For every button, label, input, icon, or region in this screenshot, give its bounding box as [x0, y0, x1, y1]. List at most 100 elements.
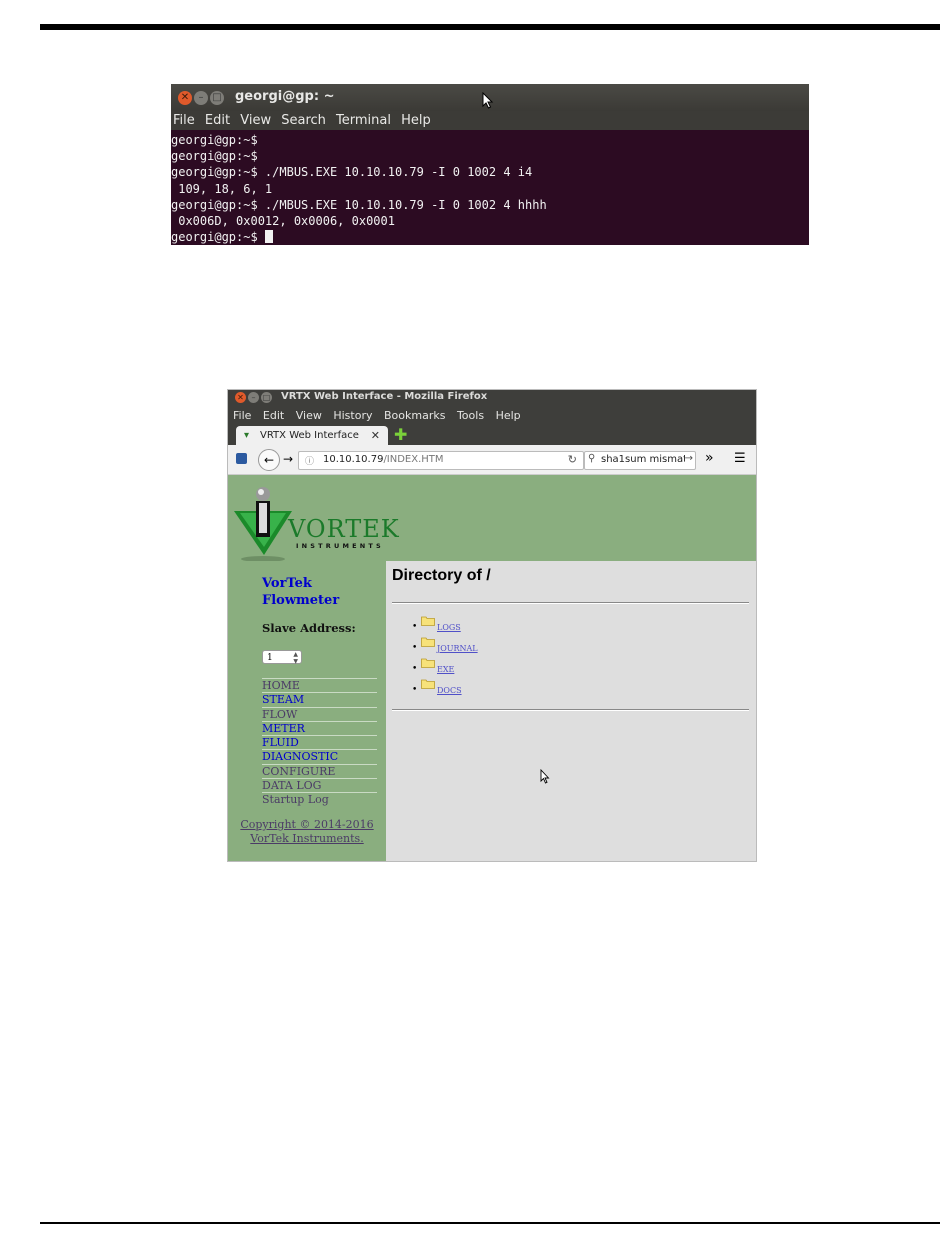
site-title-line-2: Flowmeter: [262, 593, 340, 608]
mouse-cursor-icon: [540, 769, 550, 784]
vortek-logo[interactable]: VORTEK INSTRUMENTS: [228, 475, 756, 562]
back-arrow-icon: ←: [263, 453, 275, 467]
slave-address-label: Slave Address:: [262, 621, 356, 635]
nav-startup-log[interactable]: Startup Log: [262, 792, 377, 806]
text-cursor: [264, 230, 273, 244]
folder-icon: [421, 679, 435, 689]
menu-file[interactable]: File: [233, 409, 251, 422]
dir-link-logs[interactable]: LOGS: [437, 623, 461, 632]
site-title-line-1: VorTek: [262, 576, 312, 591]
sidebar-toggle-icon[interactable]: [236, 453, 247, 464]
menu-search[interactable]: Search: [281, 113, 326, 128]
minimize-icon[interactable]: –: [194, 91, 208, 105]
site-sidebar: VorTek Flowmeter Slave Address: 1 ▲ ▼ HOM…: [228, 561, 386, 861]
browser-title: VRTX Web Interface - Mozilla Firefox: [281, 391, 488, 402]
close-icon[interactable]: ✕: [235, 392, 246, 403]
dir-link-exe[interactable]: EXE: [437, 665, 454, 674]
terminal-line: georgi@gp:~$ ./MBUS.EXE 10.10.10.79 -I 0…: [171, 197, 547, 212]
divider: [392, 602, 749, 604]
terminal-prompt: georgi@gp:~$: [171, 230, 265, 245]
menu-file[interactable]: File: [173, 113, 195, 128]
terminal-window[interactable]: ✕ – □ georgi@gp: ~ File Edit View Search…: [171, 84, 809, 245]
search-value: sha1sum mismat: [601, 454, 688, 465]
url-text: 10.10.10.79/INDEX.HTM: [323, 454, 444, 465]
search-input[interactable]: ⚲ sha1sum mismat →: [584, 451, 696, 470]
menu-view[interactable]: View: [296, 409, 322, 422]
hamburger-menu-icon[interactable]: ☰: [734, 451, 746, 466]
slave-address-value: 1: [267, 653, 273, 663]
menu-edit[interactable]: Edit: [205, 113, 230, 128]
browser-window[interactable]: ✕ – □ VRTX Web Interface - Mozilla Firef…: [227, 389, 757, 862]
browser-menubar: File Edit View History Bookmarks Tools H…: [228, 406, 756, 425]
dir-link-journal[interactable]: JOURNAL: [437, 644, 478, 653]
close-icon[interactable]: ✕: [178, 91, 192, 105]
terminal-titlebar[interactable]: ✕ – □ georgi@gp: ~: [171, 84, 809, 111]
browser-titlebar[interactable]: ✕ – □ VRTX Web Interface - Mozilla Firef…: [228, 390, 756, 406]
maximize-icon[interactable]: □: [261, 392, 272, 403]
minimize-icon[interactable]: –: [248, 392, 259, 403]
url-path: /INDEX.HTM: [383, 454, 444, 465]
menu-view[interactable]: View: [240, 113, 271, 128]
menu-help[interactable]: Help: [401, 113, 431, 128]
nav-flow[interactable]: FLOW: [262, 706, 377, 721]
menu-history[interactable]: History: [333, 409, 372, 422]
overflow-menu-button[interactable]: »: [705, 450, 714, 466]
folder-icon: [421, 637, 435, 647]
url-bar[interactable]: ⓘ 10.10.10.79/INDEX.HTM ↻: [298, 451, 584, 470]
tab-strip: ▾ VRTX Web Interface ✕ ✚: [228, 425, 756, 445]
terminal-line: 109, 18, 6, 1: [171, 181, 273, 196]
nav-diagnostic[interactable]: DIAGNOSTIC: [262, 749, 377, 763]
spin-arrows-icon[interactable]: ▲ ▼: [293, 651, 298, 665]
page-bottom-rule: [40, 1222, 940, 1224]
terminal-line: 0x006D, 0x0012, 0x0006, 0x0001: [171, 214, 395, 229]
info-icon[interactable]: ⓘ: [305, 454, 314, 467]
bullet: •: [412, 622, 418, 632]
logo-subtitle: INSTRUMENTS: [296, 542, 384, 550]
terminal-line: georgi@gp:~$: [171, 149, 258, 164]
tab-label: VRTX Web Interface: [260, 430, 359, 441]
page-title: Directory of /: [392, 567, 491, 584]
nav-configure[interactable]: CONFIGURE: [262, 763, 377, 778]
site-nav: HOME STEAM FLOW METER FLUID DIAGNOSTIC C…: [262, 678, 377, 807]
dir-link-docs[interactable]: DOCS: [437, 686, 462, 695]
nav-data-log[interactable]: DATA LOG: [262, 778, 377, 792]
divider: [392, 709, 749, 711]
slave-address-stepper[interactable]: 1 ▲ ▼: [262, 650, 302, 665]
back-button[interactable]: ←: [258, 449, 280, 471]
reload-icon[interactable]: ↻: [568, 453, 577, 466]
maximize-icon[interactable]: □: [210, 91, 224, 105]
terminal-line: georgi@gp:~$: [171, 133, 258, 147]
page-top-rule: [40, 24, 940, 30]
logo-wordmark: VORTEK: [288, 515, 400, 543]
copyright-line-1: Copyright © 2014-2016: [240, 818, 374, 831]
menu-tools[interactable]: Tools: [457, 409, 484, 422]
copyright-link[interactable]: Copyright © 2014-2016 VorTek Instruments…: [228, 818, 386, 846]
bullet: •: [412, 664, 418, 674]
folder-icon: [421, 616, 435, 626]
menu-bookmarks[interactable]: Bookmarks: [384, 409, 445, 422]
menu-terminal[interactable]: Terminal: [336, 113, 391, 128]
nav-fluid[interactable]: FLUID: [262, 735, 377, 749]
copyright-line-2: VorTek Instruments.: [250, 832, 364, 845]
directory-panel: Directory of / • LOGS • JOURNAL • EXE • …: [386, 561, 756, 861]
url-host: 10.10.10.79: [323, 454, 384, 465]
menu-edit[interactable]: Edit: [263, 409, 284, 422]
search-icon: ⚲: [588, 453, 596, 464]
nav-home[interactable]: HOME: [262, 678, 377, 692]
nav-meter[interactable]: METER: [262, 720, 377, 735]
site-title: VorTek Flowmeter: [262, 575, 339, 609]
terminal-output[interactable]: georgi@gp:~$ georgi@gp:~$ georgi@gp:~$ ./M…: [171, 130, 809, 245]
nav-steam[interactable]: STEAM: [262, 692, 377, 706]
tab-vrtx-web-interface[interactable]: ▾ VRTX Web Interface ✕: [236, 426, 388, 445]
terminal-title: georgi@gp: ~: [235, 89, 335, 104]
new-tab-icon[interactable]: ✚: [394, 425, 407, 444]
folder-icon: [421, 658, 435, 668]
search-go-icon[interactable]: →: [684, 453, 693, 464]
navigation-toolbar: ← → ⓘ 10.10.10.79/INDEX.HTM ↻ ⚲ sha1sum …: [228, 445, 756, 475]
menu-help[interactable]: Help: [496, 409, 521, 422]
bullet: •: [412, 643, 418, 653]
tab-close-icon[interactable]: ✕: [371, 426, 380, 445]
terminal-menubar: File Edit View Search Terminal Help: [171, 111, 809, 130]
forward-arrow-icon[interactable]: →: [283, 452, 293, 466]
terminal-prompt-line[interactable]: georgi@gp:~$: [171, 229, 809, 245]
